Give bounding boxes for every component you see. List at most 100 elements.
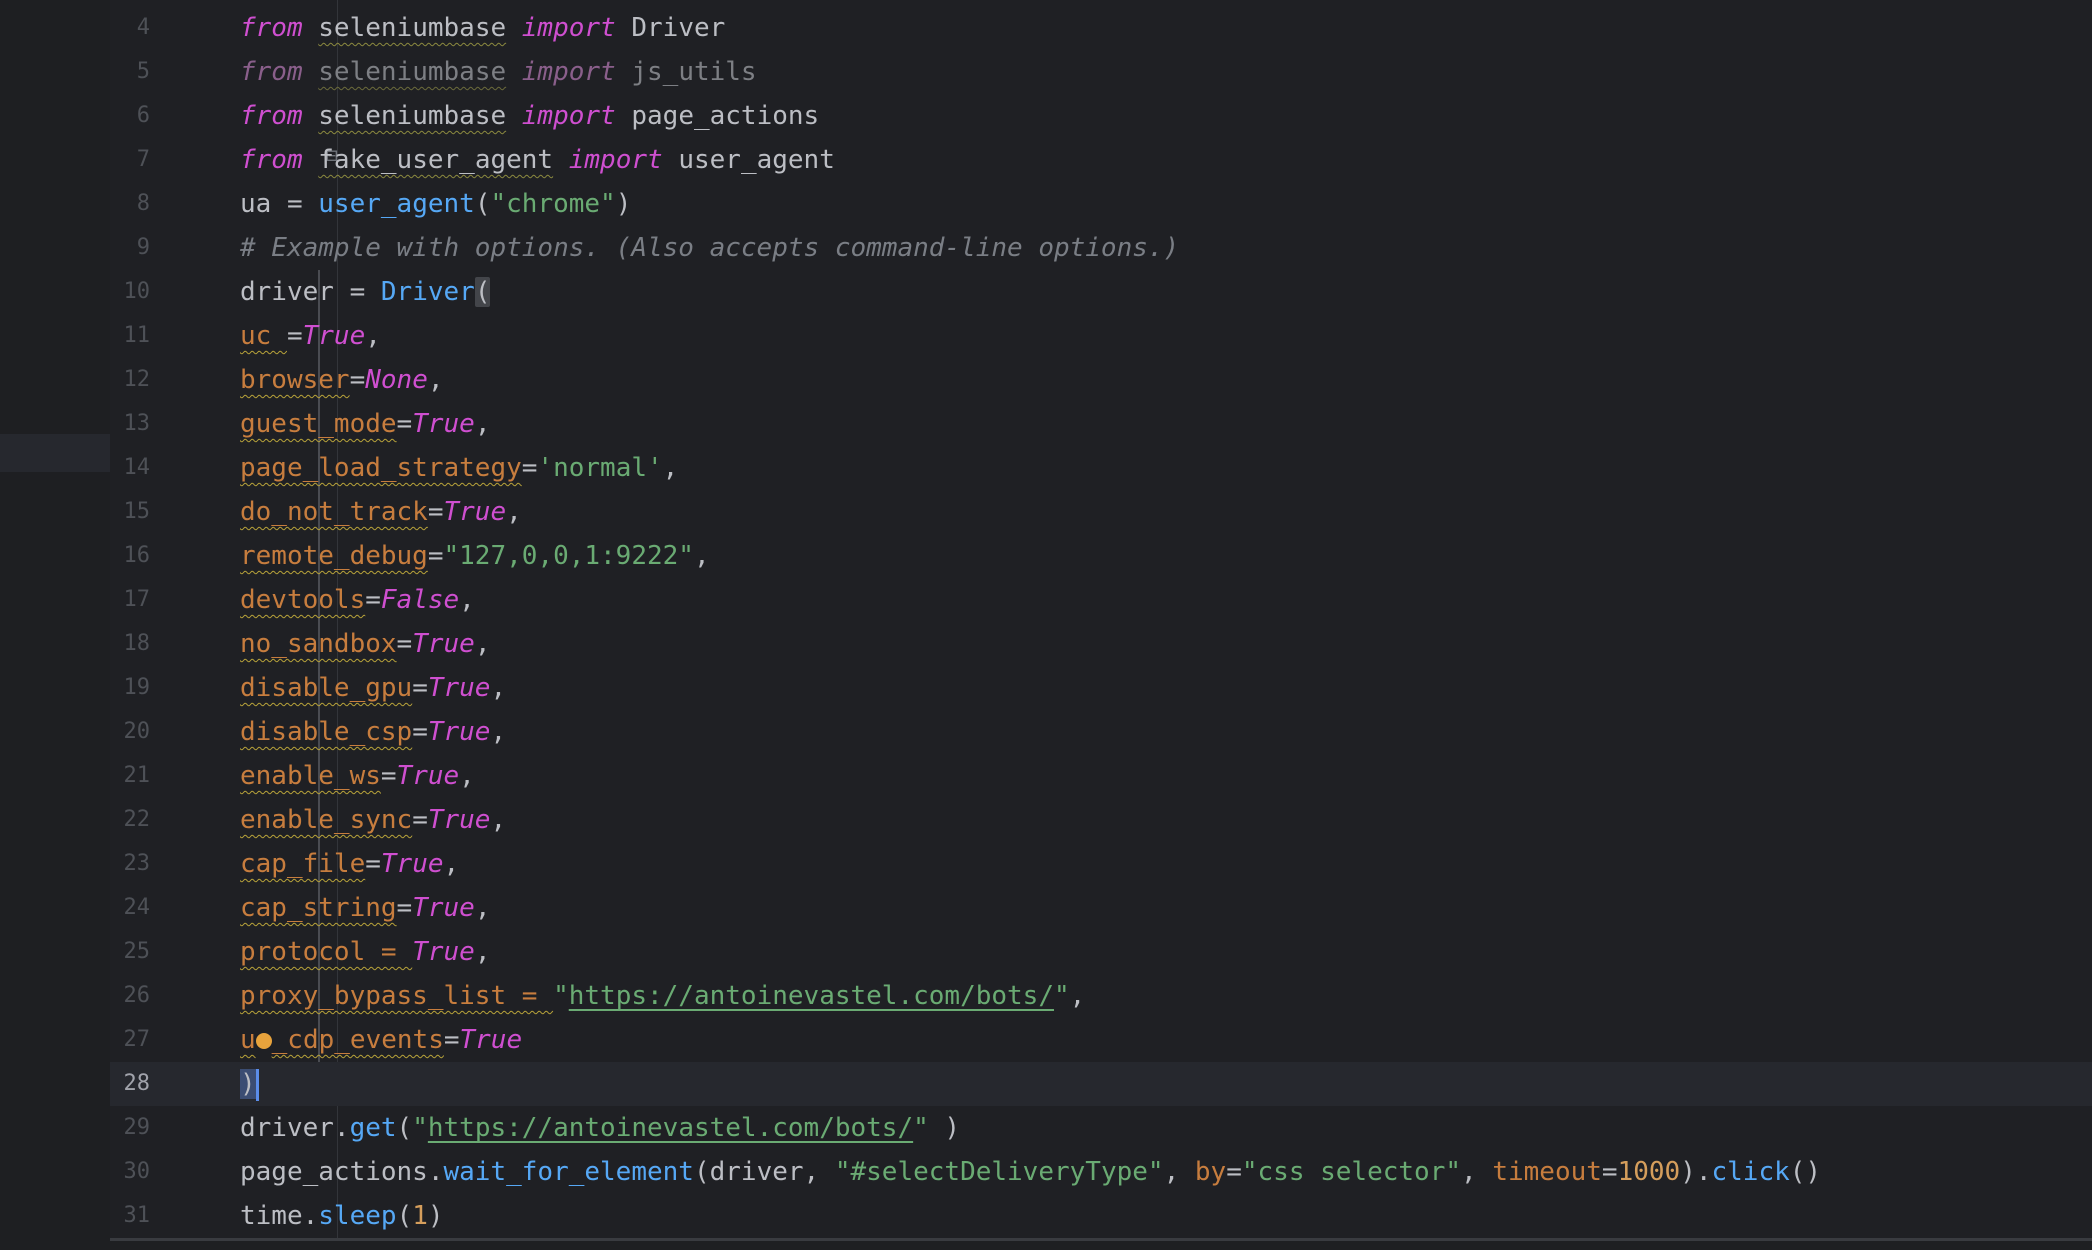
code-line[interactable]: 18 no_sandbox=True, [110, 622, 2092, 666]
code-text[interactable]: page_load_strategy='normal', [240, 446, 678, 490]
code-line[interactable]: 12 browser=None, [110, 358, 2092, 402]
code-line[interactable]: 25 protocol = True, [110, 930, 2092, 974]
line-number[interactable]: 11 [110, 314, 151, 358]
code-text[interactable]: from seleniumbase import Driver [240, 6, 725, 50]
line-number[interactable]: 31 [110, 1194, 151, 1238]
code-text[interactable]: no_sandbox=True, [240, 622, 490, 666]
line-number[interactable]: 23 [110, 842, 151, 886]
code-text[interactable]: protocol = True, [240, 930, 490, 974]
code-line[interactable]: 6 from seleniumbase import page_actions [110, 94, 2092, 138]
code-token: protocol = [240, 937, 413, 967]
line-number[interactable]: 4 [110, 6, 150, 50]
code-token: True [459, 1025, 523, 1055]
line-number[interactable]: 7 [110, 138, 150, 182]
code-line[interactable]: 15 do_not_track=True, [110, 490, 2092, 534]
code-line[interactable]: 20 disable_csp=True, [110, 710, 2092, 754]
line-number[interactable]: 12 [110, 358, 151, 402]
code-line[interactable]: 26 proxy_bypass_list = "https://antoineva… [110, 974, 2092, 1018]
code-line[interactable]: 21 enable_ws=True, [110, 754, 2092, 798]
code-line[interactable]: 31 time.sleep(1) [110, 1194, 2092, 1238]
line-number[interactable]: 26 [110, 974, 151, 1018]
code-text[interactable]: from fake_user_agent import user_agent [240, 138, 835, 182]
code-text[interactable]: from seleniumbase import page_actions [240, 94, 819, 138]
code-text[interactable]: u _cdp_events=True [240, 1018, 522, 1062]
line-number[interactable]: 28 [110, 1062, 151, 1106]
status-area [110, 1241, 2092, 1250]
code-line[interactable]: 16 remote_debug="127,0,0,1:9222", [110, 534, 2092, 578]
line-number[interactable]: 18 [110, 622, 151, 666]
line-number[interactable]: 21 [110, 754, 151, 798]
code-line[interactable]: 27 u _cdp_events=True [110, 1018, 2092, 1062]
code-line[interactable]: 23 cap_file=True, [110, 842, 2092, 886]
code-editor[interactable]: ⊟ 4 from seleniumbase import Driver 5 from … [110, 0, 2092, 1238]
line-number[interactable]: 25 [110, 930, 151, 974]
code-line[interactable]: 14 page_load_strategy='normal', [110, 446, 2092, 490]
line-number[interactable]: 15 [110, 490, 151, 534]
code-line[interactable]: 9 # Example with options. (Also accepts c… [110, 226, 2092, 270]
code-line[interactable]: 17 devtools=False, [110, 578, 2092, 622]
code-line[interactable]: 11 uc =True, [110, 314, 2092, 358]
code-token: do_not_track [240, 497, 428, 527]
code-line[interactable]: 5 from seleniumbase import js_utils [110, 50, 2092, 94]
code-line[interactable]: 29 driver.get("https://antoinevastel.com/… [110, 1106, 2092, 1150]
line-number[interactable]: 29 [110, 1106, 151, 1150]
code-line[interactable]: 4 from seleniumbase import Driver [110, 6, 2092, 50]
code-line[interactable]: 28) [110, 1062, 2092, 1106]
code-text[interactable]: # Example with options. (Also accepts co… [240, 226, 1179, 270]
code-token: ) [240, 1069, 256, 1099]
line-number[interactable]: 24 [110, 886, 151, 930]
code-text[interactable]: browser=None, [240, 358, 444, 402]
code-text[interactable]: guest_mode=True, [240, 402, 490, 446]
code-text[interactable]: disable_csp=True, [240, 710, 506, 754]
code-token: , [490, 673, 507, 703]
code-line[interactable]: 19 disable_gpu=True, [110, 666, 2092, 710]
code-text[interactable]: devtools=False, [240, 578, 475, 622]
line-number[interactable]: 17 [110, 578, 151, 622]
code-token: no_sandbox [240, 629, 397, 659]
code-line[interactable]: 24 cap_string=True, [110, 886, 2092, 930]
code-token: = [349, 365, 366, 395]
code-token: True [396, 761, 460, 791]
code-text[interactable]: from seleniumbase import js_utils [240, 50, 757, 94]
line-number[interactable]: 16 [110, 534, 151, 578]
code-text[interactable]: ua = user_agent("chrome") [240, 182, 631, 226]
line-number[interactable]: 5 [110, 50, 150, 94]
code-line[interactable]: 8 ua = user_agent("chrome") [110, 182, 2092, 226]
line-number[interactable]: 13 [110, 402, 151, 446]
intention-bulb-icon[interactable] [255, 1032, 272, 1049]
code-line[interactable]: 7 from fake_user_agent import user_agent [110, 138, 2092, 182]
code-text[interactable]: time.sleep(1) [240, 1194, 444, 1238]
code-text[interactable]: cap_file=True, [240, 842, 459, 886]
code-text[interactable]: ) [240, 1062, 259, 1106]
code-line[interactable]: 13 guest_mode=True, [110, 402, 2092, 446]
code-token: from [240, 145, 303, 175]
line-number[interactable]: 19 [110, 666, 151, 710]
line-number[interactable]: 14 [110, 446, 151, 490]
code-text[interactable]: driver.get("https://antoinevastel.com/bo… [240, 1106, 960, 1150]
line-number[interactable]: 22 [110, 798, 151, 842]
code-line[interactable]: 22 enable_sync=True, [110, 798, 2092, 842]
line-number[interactable]: 6 [110, 94, 150, 138]
code-text[interactable]: do_not_track=True, [240, 490, 522, 534]
line-number[interactable]: 8 [110, 182, 150, 226]
code-text[interactable]: page_actions.wait_for_element(driver, "#… [240, 1150, 1821, 1194]
code-text[interactable]: disable_gpu=True, [240, 666, 506, 710]
line-number[interactable]: 9 [110, 226, 150, 270]
line-number[interactable]: 30 [110, 1150, 151, 1194]
code-text[interactable]: cap_string=True, [240, 886, 490, 930]
code-line[interactable]: 10 driver = Driver( [110, 270, 2092, 314]
code-text[interactable]: enable_sync=True, [240, 798, 506, 842]
code-text[interactable]: enable_ws=True, [240, 754, 475, 798]
code-token: _cdp_events [271, 1025, 444, 1055]
code-token: True [427, 673, 491, 703]
code-token: True [380, 849, 444, 879]
line-number[interactable]: 20 [110, 710, 151, 754]
code-text[interactable]: remote_debug="127,0,0,1:9222", [240, 534, 710, 578]
line-number[interactable]: 10 [110, 270, 151, 314]
line-number[interactable]: 27 [110, 1018, 151, 1062]
code-line[interactable]: 30 page_actions.wait_for_element(driver, … [110, 1150, 2092, 1194]
code-text[interactable]: proxy_bypass_list = "https://antoinevast… [240, 974, 1085, 1018]
code-text[interactable]: uc =True, [240, 314, 381, 358]
code-text[interactable]: driver = Driver( [240, 270, 491, 314]
